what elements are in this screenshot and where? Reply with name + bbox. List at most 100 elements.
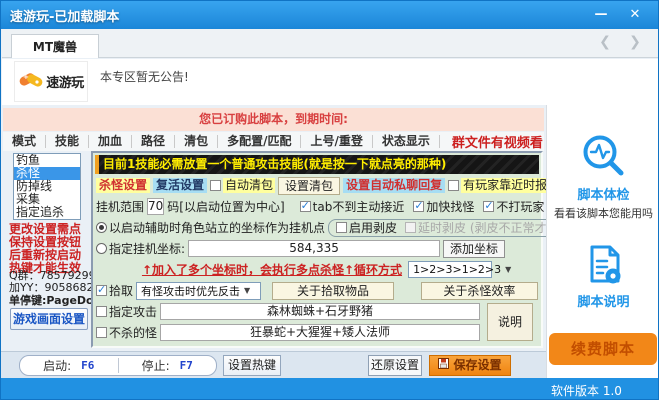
settings-row-2: 挂机范围 70 码[以启动位置为中心] tab不到主动接近 加快找怪 不打玩家 bbox=[93, 196, 544, 217]
chevron-down-icon: ▼ bbox=[505, 265, 512, 274]
script-checkup-label[interactable]: 脚本体检 bbox=[547, 184, 658, 203]
checkbox-disabled-icon bbox=[405, 222, 417, 233]
svg-text:+: + bbox=[23, 73, 29, 81]
start-key-value: F6 bbox=[81, 359, 95, 372]
tab-nav-right-icon[interactable]: ❯ bbox=[625, 34, 645, 50]
restore-settings-button[interactable]: 还原设置 bbox=[368, 355, 422, 376]
renew-script-button[interactable]: 续费脚本 bbox=[549, 333, 657, 365]
radio-icon bbox=[96, 243, 107, 254]
auto-reply-settings-chip[interactable]: 设置自动私聊回复 bbox=[343, 178, 446, 193]
checkbox-icon bbox=[336, 222, 348, 233]
subscription-notice: 您已订购此脚本，到期时间: bbox=[3, 108, 544, 131]
coord-input[interactable]: 584,335 bbox=[188, 240, 441, 257]
stop-key-value: F7 bbox=[179, 359, 193, 372]
start-hotkey: 启动: F6 bbox=[43, 359, 95, 373]
add-coord-button[interactable]: 添加坐标 bbox=[443, 239, 506, 258]
radio-selected-icon bbox=[96, 222, 107, 233]
logo-text: 速游玩 bbox=[46, 76, 84, 91]
range-label: 挂机范围 bbox=[96, 200, 145, 214]
settings-nav-tabs: 模式 技能 加血 路径 清包 多配置/匹配 上号/重登 状态显示 群文件有视频看 bbox=[3, 132, 544, 151]
about-pickup-button[interactable]: 关于拾取物品 bbox=[272, 281, 394, 300]
right-panel: 脚本体检 看看该脚本您能用吗 脚本说明 续费脚本 bbox=[546, 105, 658, 378]
app-window: 速游玩-已加载脚本 — ✕ MT魔兽 ❮ ❯ + 速游玩 本专区暂无公告! 您已… bbox=[0, 0, 659, 400]
settings-row-5: ↑加入了多个坐标时，会执行多点杀怪↑循环方式 1>2>3>1>2>3 ▼ bbox=[93, 259, 541, 280]
settings-row-7: 指定攻击 森林蜘蛛+石牙野猪 bbox=[93, 301, 483, 322]
tab-clean-bag[interactable]: 清包 bbox=[175, 135, 219, 148]
loop-mode-dropdown[interactable]: 1>2>3>1>2>3 ▼ bbox=[408, 261, 511, 278]
set-clean-bag-button[interactable]: 设置清包 bbox=[278, 176, 341, 195]
multi-coord-tip: ↑加入了多个坐标时，会执行多点杀怪↑循环方式 bbox=[141, 263, 403, 277]
app-logo: + 速游玩 bbox=[14, 61, 88, 102]
tab-multi-config[interactable]: 多配置/匹配 bbox=[218, 135, 302, 148]
chevron-down-icon: ▼ bbox=[244, 286, 251, 295]
settings-row-4: 指定挂机坐标: 584,335 添加坐标 bbox=[93, 238, 541, 259]
tab-skill[interactable]: 技能 bbox=[46, 135, 90, 148]
tab-heal[interactable]: 加血 bbox=[89, 135, 133, 148]
checkbox-checked-icon bbox=[299, 199, 311, 212]
settings-row-8: 不杀的怪 狂暴蛇+大猩猩+矮人法师 bbox=[93, 322, 483, 343]
enable-skinning-checkbox[interactable]: 启用剥皮 bbox=[336, 219, 397, 236]
delay-skinning-checkbox[interactable]: 延时剥皮 (剥皮不正常才勾) bbox=[405, 219, 563, 236]
tab-nav-left-icon[interactable]: ❮ bbox=[595, 34, 615, 50]
checkbox-checked-icon bbox=[413, 199, 425, 212]
tab-mt-warcraft[interactable]: MT魔兽 bbox=[11, 34, 99, 58]
settings-row-6: 拾取 有怪攻击时优先反击 ▼ 关于拾取物品 关于杀怪效率 bbox=[93, 280, 541, 301]
checkbox-checked-icon bbox=[96, 283, 107, 296]
tab-path[interactable]: 路径 bbox=[132, 135, 176, 148]
mode-item-chase[interactable]: 指定追杀 bbox=[14, 206, 80, 219]
set-hotkey-button[interactable]: 设置热键 bbox=[223, 355, 281, 376]
kill-settings-chip[interactable]: 杀怪设置 bbox=[96, 178, 151, 193]
mode-listbox: 钓鱼 杀怪 防掉线 采集 指定追杀 bbox=[13, 153, 81, 220]
stand-position-radio[interactable]: 以启动辅助时角色站立的坐标作为挂机点 bbox=[96, 219, 325, 236]
about-kill-efficiency-button[interactable]: 关于杀怪效率 bbox=[420, 281, 538, 300]
script-doc-icon[interactable] bbox=[547, 243, 658, 289]
range-input[interactable]: 70 bbox=[147, 198, 165, 215]
checkbox-icon bbox=[448, 180, 460, 191]
settings-row-3: 以启动辅助时角色站立的坐标作为挂机点 启用剥皮 延时剥皮 (剥皮不正常才勾) bbox=[93, 217, 572, 238]
skill-requirement-banner: 目前1技能必需放置一个普通攻击技能(就是按一下就点亮的那种) bbox=[95, 155, 539, 174]
announcement-text: 本专区暂无公告! bbox=[100, 70, 189, 84]
fixed-coord-radio[interactable]: 指定挂机坐标: bbox=[96, 240, 185, 257]
kill-settings-panel: 目前1技能必需放置一个普通攻击技能(就是按一下就点亮的那种) 杀怪设置 复活设置… bbox=[91, 151, 572, 348]
player-alert-checkbox[interactable]: 有玩家靠近时报警 bbox=[448, 178, 562, 193]
game-tab-strip: MT魔兽 ❮ ❯ bbox=[2, 29, 658, 58]
minimize-button[interactable]: — bbox=[588, 5, 614, 25]
gamepad-icon: + bbox=[18, 68, 44, 96]
help-button[interactable]: 说明 bbox=[487, 303, 533, 341]
checkbox-checked-icon bbox=[483, 199, 495, 212]
no-attack-player-checkbox[interactable]: 不打玩家 bbox=[483, 198, 544, 215]
checkbox-icon bbox=[96, 327, 107, 338]
tab-status[interactable]: 状态显示 bbox=[373, 135, 440, 148]
checkbox-icon bbox=[96, 306, 107, 317]
checkbox-icon bbox=[210, 180, 222, 191]
script-checkup-desc: 看看该脚本您能用吗 bbox=[554, 207, 653, 220]
stop-hotkey: 停止: F7 bbox=[141, 359, 193, 373]
tab-approach-checkbox[interactable]: tab不到主动接近 bbox=[299, 198, 404, 215]
script-doc-label[interactable]: 脚本说明 bbox=[547, 291, 658, 310]
title-bar: 速游玩-已加载脚本 — ✕ bbox=[1, 1, 658, 29]
tab-mode[interactable]: 模式 bbox=[3, 135, 47, 148]
auto-clean-bag-checkbox[interactable]: 自动清包 bbox=[210, 178, 276, 193]
save-settings-button[interactable]: 保存设置 bbox=[429, 355, 511, 376]
group-file-video-note: 群文件有视频看 bbox=[451, 136, 543, 151]
floppy-icon bbox=[438, 356, 450, 375]
hotkey-group: 启动: F6 停止: F7 bbox=[19, 355, 217, 376]
specified-attack-checkbox[interactable]: 指定攻击 bbox=[96, 303, 157, 320]
game-screen-settings-button[interactable]: 游戏画面设置 bbox=[10, 308, 88, 330]
tab-login[interactable]: 上号/重登 bbox=[301, 135, 373, 148]
script-checkup-icon[interactable] bbox=[547, 131, 658, 183]
revive-settings-chip[interactable]: 复活设置 bbox=[153, 178, 208, 193]
no-kill-input[interactable]: 狂暴蛇+大猩猩+矮人法师 bbox=[160, 324, 480, 341]
announcement-panel: + 速游玩 本专区暂无公告! bbox=[2, 59, 658, 105]
pickup-checkbox[interactable]: 拾取 bbox=[96, 282, 133, 299]
software-version: 软件版本 1.0 bbox=[551, 384, 622, 398]
pickup-mode-dropdown[interactable]: 有怪攻击时优先反击 ▼ bbox=[136, 281, 262, 300]
target-filter-block: 指定攻击 森林蜘蛛+石牙野猪 不杀的怪 狂暴蛇+大猩猩+矮人法师 说明 bbox=[93, 301, 541, 343]
range-suffix: 码[以启动位置为中心] bbox=[167, 200, 285, 214]
specified-attack-input[interactable]: 森林蜘蛛+石牙野猪 bbox=[160, 303, 480, 320]
hotkey-bar: 启动: F6 停止: F7 设置热键 还原设置 保存设置 bbox=[1, 351, 546, 378]
window-title: 速游玩-已加载脚本 bbox=[10, 9, 120, 25]
no-kill-checkbox[interactable]: 不杀的怪 bbox=[96, 324, 157, 341]
close-button[interactable]: ✕ bbox=[622, 5, 648, 25]
fast-find-checkbox[interactable]: 加快找怪 bbox=[413, 198, 474, 215]
